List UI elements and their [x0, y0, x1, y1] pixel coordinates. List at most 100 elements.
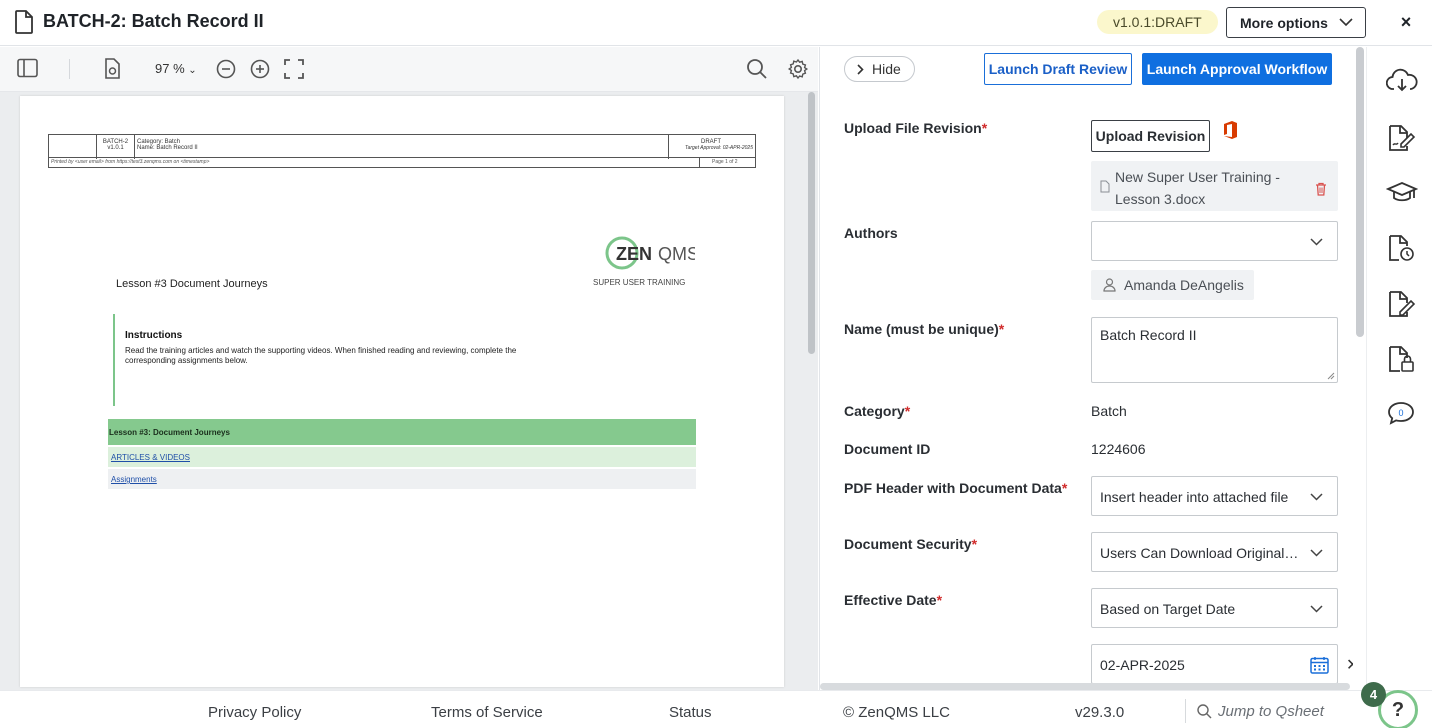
user-icon: [1103, 278, 1116, 292]
pdf-header-label: PDF Header with Document Data*: [844, 480, 1068, 496]
hide-button[interactable]: Hide: [844, 56, 915, 82]
articles-link[interactable]: ARTICLES & VIDEOS: [111, 453, 190, 462]
logo-subtitle: SUPER USER TRAINING: [593, 278, 686, 287]
file-name: New Super User Training - Lesson 3.docx: [1115, 169, 1280, 207]
name-label: Name (must be unique)*: [844, 321, 1005, 337]
sidebar-toggle-icon[interactable]: [17, 58, 38, 78]
footer: Privacy Policy Terms of Service Status ©…: [0, 690, 1432, 728]
chevron-down-icon: [1339, 17, 1353, 27]
instructions-text: Read the training articles and watch the…: [125, 346, 517, 365]
effective-date-value: Based on Target Date: [1100, 601, 1236, 617]
panel-horizontal-scrollbar[interactable]: [820, 683, 1350, 690]
authors-label: Authors: [844, 225, 898, 241]
version-badge: v1.0.1:DRAFT: [1097, 10, 1218, 34]
chevron-right-icon: [857, 63, 864, 75]
articles-row: ARTICLES & VIDEOS: [108, 447, 696, 467]
pdf-header-value: Insert header into attached file: [1100, 489, 1289, 505]
page-number: Page 1 of 2: [712, 159, 738, 165]
upload-file-revision-label: Upload File Revision*: [844, 120, 988, 136]
category-label: Category*: [844, 403, 911, 419]
terms-of-service-link[interactable]: Terms of Service: [431, 704, 543, 721]
chevron-down-icon: [1310, 238, 1323, 246]
page-title: BATCH-2: Batch Record II: [43, 11, 264, 31]
upload-revision-button[interactable]: Upload Revision: [1091, 120, 1210, 152]
document-sign-icon[interactable]: [1386, 124, 1416, 152]
lesson-title: Lesson #3 Document Journeys: [116, 278, 268, 290]
chevron-down-icon: [1310, 605, 1323, 613]
document-lock-icon[interactable]: [1386, 345, 1416, 373]
authors-select[interactable]: [1091, 221, 1338, 261]
pdf-header-select[interactable]: Insert header into attached file: [1091, 476, 1338, 516]
cloud-download-icon[interactable]: [1386, 68, 1418, 94]
printed-by: Printed by <user email> from https://tes…: [51, 159, 210, 165]
more-options-button[interactable]: More options: [1226, 7, 1366, 38]
effective-date-label: Effective Date*: [844, 592, 943, 608]
document-details-panel: Hide Launch Draft Review Launch Approval…: [819, 47, 1353, 690]
jump-placeholder: Jump to Qsheet: [1218, 703, 1324, 720]
jump-to-qsheet-input[interactable]: Jump to Qsheet: [1197, 703, 1324, 720]
trash-icon[interactable]: [1315, 182, 1327, 196]
zoom-out-icon[interactable]: [216, 58, 236, 80]
notification-count-badge[interactable]: 4: [1361, 682, 1386, 707]
zoom-in-icon[interactable]: [250, 58, 270, 80]
document-print-meta: Printed by <user email> from https://tes…: [48, 158, 756, 168]
launch-draft-review-button[interactable]: Launch Draft Review: [984, 53, 1132, 85]
calendar-icon[interactable]: [1310, 656, 1329, 674]
document-history-icon[interactable]: [1386, 234, 1416, 262]
privacy-policy-link[interactable]: Privacy Policy: [208, 704, 301, 721]
document-icon: [14, 10, 34, 34]
instructions-accent: [113, 314, 115, 406]
doc-header-target: Target Approval: 02-APR-2025: [684, 145, 753, 151]
zoom-value: 97 %: [155, 61, 185, 76]
chevron-down-icon: [1310, 493, 1323, 501]
chevron-down-icon: ⌄: [188, 65, 197, 76]
top-bar: BATCH-2: Batch Record II v1.0.1:DRAFT Mo…: [0, 0, 1432, 46]
panel-vertical-scrollbar[interactable]: [1356, 47, 1364, 337]
zoom-dropdown[interactable]: 97 % ⌄: [155, 61, 197, 76]
gear-icon[interactable]: [787, 58, 809, 80]
assignments-row: Assignments: [108, 469, 696, 489]
hide-label: Hide: [872, 61, 901, 77]
close-button[interactable]: ×: [1394, 10, 1418, 34]
document-security-value: Users Can Download Original File: [1100, 545, 1302, 561]
page-settings-icon[interactable]: [103, 58, 121, 80]
fullscreen-icon[interactable]: [284, 58, 304, 80]
doc-header-version: v1.0.1: [107, 145, 124, 151]
name-value: Batch Record II: [1100, 327, 1197, 343]
more-options-label: More options: [1240, 14, 1328, 31]
document-viewer[interactable]: BATCH-2 v1.0.1 Category: Batch Name: Bat…: [0, 92, 818, 690]
document-page: BATCH-2 v1.0.1 Category: Batch Name: Bat…: [20, 96, 784, 687]
copyright-text: © ZenQMS LLC: [843, 704, 950, 721]
svg-text:QMS: QMS: [658, 244, 695, 264]
lesson-section-header: Lesson #3: Document Journeys: [108, 419, 696, 445]
date-input[interactable]: 02-APR-2025: [1091, 644, 1338, 684]
document-security-select[interactable]: Users Can Download Original File: [1091, 532, 1338, 572]
search-icon[interactable]: [746, 58, 768, 80]
document-id-value: 1224606: [1091, 441, 1146, 457]
svg-text:ZEN: ZEN: [616, 244, 652, 264]
document-edit-icon[interactable]: [1386, 290, 1416, 318]
clear-date-icon[interactable]: ✕: [1346, 655, 1353, 675]
instructions-heading: Instructions: [125, 330, 183, 341]
viewer-toolbar: 97 % ⌄: [0, 47, 818, 92]
chevron-down-icon: [1310, 549, 1323, 557]
author-chip[interactable]: Amanda DeAngelis: [1091, 270, 1254, 300]
viewer-scrollbar[interactable]: [808, 92, 815, 354]
attached-file: New Super User Training - Lesson 3.docx: [1091, 161, 1338, 211]
resize-grip-icon[interactable]: [1327, 372, 1335, 380]
effective-date-select[interactable]: Based on Target Date: [1091, 588, 1338, 628]
document-security-label: Document Security*: [844, 536, 978, 552]
office-icon[interactable]: [1221, 120, 1239, 140]
graduation-cap-icon[interactable]: [1386, 180, 1418, 206]
assignments-link[interactable]: Assignments: [111, 475, 157, 484]
comments-icon[interactable]: 0: [1386, 400, 1416, 426]
name-textarea[interactable]: Batch Record II: [1091, 317, 1338, 383]
author-name: Amanda DeAngelis: [1124, 277, 1244, 293]
search-icon: [1197, 704, 1212, 719]
document-id-label: Document ID: [844, 441, 931, 457]
launch-approval-workflow-button[interactable]: Launch Approval Workflow: [1142, 53, 1332, 85]
app-version: v29.3.0: [1075, 704, 1125, 721]
status-link[interactable]: Status: [669, 704, 712, 721]
doc-header-name: Name: Batch Record II: [137, 145, 198, 151]
category-value: Batch: [1091, 403, 1127, 419]
